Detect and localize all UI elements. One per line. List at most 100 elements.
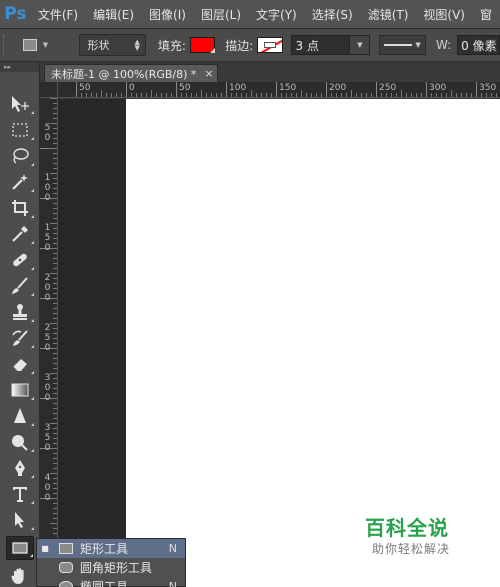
chevron-down-icon: ▼ xyxy=(415,41,421,49)
close-icon[interactable]: × xyxy=(204,67,213,80)
chevron-down-icon[interactable]: ▼ xyxy=(349,36,370,54)
shape-mode-select[interactable]: 形状 ▲ ▼ xyxy=(79,34,146,56)
fill-label: 填充: xyxy=(157,38,186,53)
eyedropper-tool-button[interactable] xyxy=(6,222,34,246)
menu-image[interactable]: 图像(I) xyxy=(142,6,194,23)
ruler-label: 100 xyxy=(229,83,247,93)
menu-file[interactable]: 文件(F) xyxy=(31,6,86,23)
magic-wand-tool-icon xyxy=(12,174,28,190)
rectangle-tool-icon xyxy=(12,542,28,554)
brush-tool-button[interactable] xyxy=(6,274,34,298)
document-tab-title: 未标题-1 @ 100%(RGB/8) * xyxy=(51,67,197,81)
shape-mode-value: 形状 xyxy=(87,39,110,52)
hand-tool-button[interactable] xyxy=(6,564,34,587)
gradient-tool-icon xyxy=(11,383,29,397)
menu-view[interactable]: 视图(V) xyxy=(416,6,473,23)
toolbox: ▸▸ xyxy=(0,62,40,587)
eraser-tool-button[interactable] xyxy=(6,352,34,376)
ruler-origin[interactable] xyxy=(40,82,58,98)
collapse-toolbox-icon[interactable]: ▸▸ xyxy=(0,62,39,72)
width-label: W: xyxy=(435,38,452,52)
flyout-item-rectangle-tool[interactable]: ■ 矩形工具 N xyxy=(37,539,185,558)
history-brush-tool-button[interactable] xyxy=(6,326,34,350)
dodge-tool-icon xyxy=(12,435,28,451)
width-field[interactable]: 0 像素 xyxy=(457,35,500,55)
rectangle-tool-button[interactable] xyxy=(6,536,34,560)
watermark-title: 百科全说 xyxy=(365,516,449,540)
ruler-label: 150 xyxy=(279,83,297,93)
ruler-major-tick xyxy=(226,82,227,97)
ruler-label: 350 xyxy=(479,83,497,93)
watermark-subtitle: 助你轻松解决 xyxy=(372,542,451,556)
blur-tool-icon xyxy=(14,408,26,423)
history-brush-tool-icon xyxy=(12,330,28,346)
lasso-tool-icon xyxy=(13,148,29,164)
options-bar-grip[interactable] xyxy=(3,35,11,55)
ruler-major-tick xyxy=(276,82,277,97)
chevron-down-icon: ▼ xyxy=(42,41,49,49)
type-tool-button[interactable] xyxy=(6,482,34,506)
fill-color-swatch[interactable] xyxy=(189,37,216,53)
gradient-tool-button[interactable] xyxy=(6,378,34,402)
crop-tool-icon xyxy=(12,200,28,216)
healing-brush-tool-button[interactable] xyxy=(6,248,34,272)
menu-edit[interactable]: 编辑(E) xyxy=(86,6,142,23)
pen-tool-icon xyxy=(15,460,25,476)
document-tab[interactable]: 未标题-1 @ 100%(RGB/8) * × xyxy=(44,64,218,82)
stroke-color-swatch[interactable] xyxy=(257,37,283,53)
ruler-major-tick xyxy=(376,82,377,97)
ruler-major-tick xyxy=(326,82,327,97)
magic-wand-tool-button[interactable] xyxy=(6,170,34,194)
stroke-preview-icon xyxy=(264,42,277,48)
flyout-item-label: 椭圆工具 xyxy=(80,580,129,587)
flyout-item-ellipse-tool[interactable]: 椭圆工具 N xyxy=(37,577,185,587)
eyedropper-tool-icon xyxy=(12,226,28,242)
ruler-label: 5 0 xyxy=(44,123,51,143)
crop-tool-button[interactable] xyxy=(6,196,34,220)
lasso-tool-button[interactable] xyxy=(6,144,34,168)
stroke-width-value: 3 点 xyxy=(295,38,319,53)
stroke-type-picker[interactable]: ▼ xyxy=(379,35,426,55)
vertical-ruler[interactable]: 5 01 0 01 5 02 0 02 5 03 0 03 5 04 0 0 xyxy=(40,98,58,587)
brush-tool-icon xyxy=(12,277,28,294)
menu-window[interactable]: 窗 xyxy=(473,6,500,23)
dodge-tool-button[interactable] xyxy=(6,430,34,454)
ruler-label: 50 xyxy=(79,83,91,93)
tool-preset-picker[interactable]: ▼ xyxy=(22,34,66,56)
app-logo: Ps xyxy=(4,4,27,24)
clone-stamp-tool-button[interactable] xyxy=(6,300,34,324)
blur-tool-button[interactable] xyxy=(6,404,34,428)
ruler-label: 0 xyxy=(129,83,135,93)
flyout-shortcut: N xyxy=(168,580,177,587)
ruler-major-tick xyxy=(176,82,177,97)
move-tool-button[interactable] xyxy=(6,92,34,116)
horizontal-ruler[interactable]: 50 0 50 100 150 200 250 300 350 xyxy=(58,82,500,98)
selected-bullet-icon: ■ xyxy=(41,544,49,553)
healing-brush-tool-icon xyxy=(13,253,27,267)
options-bar: ▼ 形状 ▲ ▼ 填充: 描边: 3 点 ▼ ▼ W: 0 像素 xyxy=(0,29,500,62)
path-selection-tool-icon xyxy=(15,512,24,528)
menu-layer[interactable]: 图层(L) xyxy=(194,6,249,23)
flyout-item-label: 圆角矩形工具 xyxy=(80,561,153,575)
ruler-major-tick xyxy=(426,82,427,97)
ruler-label: 200 xyxy=(329,83,347,93)
rectangle-preset-icon xyxy=(22,39,37,51)
rectangle-icon xyxy=(59,543,73,554)
menu-select[interactable]: 选择(S) xyxy=(305,6,361,23)
marquee-tool-button[interactable] xyxy=(6,118,34,142)
menu-bar: Ps 文件(F) 编辑(E) 图像(I) 图层(L) 文字(Y) 选择(S) 滤… xyxy=(0,0,500,29)
menu-filter[interactable]: 滤镜(T) xyxy=(361,6,417,23)
ruler-label: 50 xyxy=(179,83,191,93)
path-selection-tool-button[interactable] xyxy=(6,508,34,532)
ruler-label: 300 xyxy=(429,83,447,93)
flyout-shortcut: N xyxy=(168,542,177,555)
flyout-item-rounded-rectangle-tool[interactable]: 圆角矩形工具 xyxy=(37,558,185,577)
marquee-tool-icon xyxy=(12,123,28,137)
stroke-width-field[interactable]: 3 点 ▼ xyxy=(290,35,371,55)
ruler-label: 250 xyxy=(379,83,397,93)
solid-line-icon xyxy=(384,44,413,46)
eraser-tool-icon xyxy=(12,359,27,372)
pen-tool-button[interactable] xyxy=(6,456,34,480)
menu-type[interactable]: 文字(Y) xyxy=(249,6,305,23)
updown-arrows-icon: ▲ ▼ xyxy=(134,38,140,52)
